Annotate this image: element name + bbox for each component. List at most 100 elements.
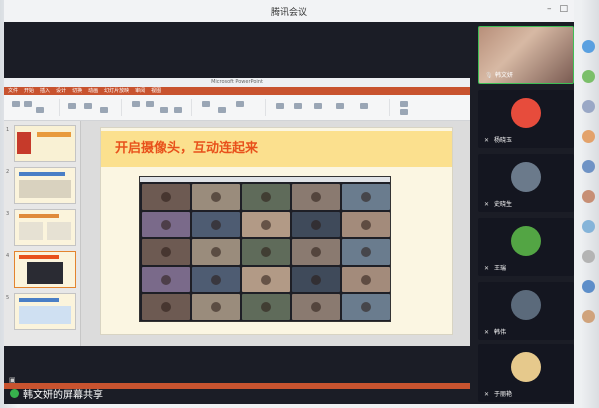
gallery-video-cell <box>192 211 240 238</box>
current-slide: 开启摄像头，互动连起来 <box>100 127 453 335</box>
mic-muted-icon: ✕ <box>484 391 490 398</box>
ppt-tab[interactable]: 插入 <box>40 87 50 95</box>
gallery-video-cell <box>242 239 290 265</box>
gallery-video-cell <box>142 266 190 293</box>
camera-icon[interactable]: ▣ <box>9 376 16 384</box>
participant-name: 于丽艳 <box>494 391 513 398</box>
slide-thumbnail-selected[interactable] <box>14 251 76 288</box>
slide-thumbnail[interactable] <box>14 125 76 162</box>
window-title: 腾讯会议 <box>270 8 307 18</box>
participant-tile[interactable]: ✕ 杨晓玉 <box>478 90 574 148</box>
contact-avatar <box>582 40 595 53</box>
shared-screen: Microsoft PowerPoint 文件 开始 插入 设计 切换 动画 幻灯片放映 审阅… <box>4 78 470 389</box>
ppt-ribbon <box>4 95 470 121</box>
gallery-video-cell <box>192 266 240 293</box>
ppt-ribbon-tabs: 文件 开始 插入 设计 切换 动画 幻灯片放映 审阅 视图 <box>4 87 470 95</box>
gallery-video-cell <box>342 266 390 293</box>
ppt-title-bar: Microsoft PowerPoint <box>4 78 470 87</box>
mic-muted-icon: ✕ <box>484 265 490 272</box>
ribbon-slides-group <box>64 99 122 116</box>
slide-thumbnail[interactable] <box>14 293 76 330</box>
ribbon-editing-group <box>394 99 464 116</box>
maximize-icon[interactable]: □ <box>559 4 568 14</box>
window-controls: – □ <box>547 4 568 14</box>
ribbon-paragraph-group <box>196 99 266 116</box>
gallery-video-cell <box>292 239 340 265</box>
gallery-video-cell <box>242 184 290 210</box>
participant-name: 史晓生 <box>494 201 513 208</box>
contact-avatar <box>582 160 595 173</box>
gallery-video-cell <box>292 294 340 320</box>
contact-avatar <box>582 310 595 323</box>
avatar <box>511 162 541 192</box>
gallery-video-cell <box>192 239 240 265</box>
slide-thumbnail[interactable] <box>14 167 76 204</box>
gallery-video-cell <box>142 184 190 210</box>
gallery-video-cell <box>242 211 290 238</box>
participant-tile[interactable]: ✕ 韩伟 <box>478 282 574 340</box>
ppt-tab[interactable]: 动画 <box>88 87 98 95</box>
ppt-tab[interactable]: 开始 <box>24 87 34 95</box>
ppt-tab[interactable]: 幻灯片放映 <box>104 87 129 95</box>
ppt-tab[interactable]: 审阅 <box>135 87 145 95</box>
video-grid <box>142 184 390 320</box>
participant-tile[interactable]: ✕ 王瑞 <box>478 218 574 276</box>
bottom-left-icons: ▣ <box>9 376 16 384</box>
contact-avatar <box>582 280 595 293</box>
participant-name: 杨晓玉 <box>494 137 513 144</box>
avatar <box>511 290 541 320</box>
avatar <box>511 226 541 256</box>
gallery-video-cell <box>242 266 290 293</box>
participant-name: 韩伟 <box>494 329 507 336</box>
ppt-tab[interactable]: 切换 <box>72 87 82 95</box>
gallery-video-cell <box>192 184 240 210</box>
mic-muted-icon: ✕ <box>484 329 490 336</box>
contact-avatar <box>582 100 595 113</box>
ribbon-clipboard-group <box>8 99 60 116</box>
mic-icon: 🎙 <box>485 72 493 79</box>
ppt-tab[interactable]: 设计 <box>56 87 66 95</box>
screenshot-stage: 腾讯会议 – □ Microsoft PowerPoint 文件 开始 插入 设计 切换… <box>0 0 599 408</box>
gallery-video-cell <box>142 294 190 320</box>
thumb-number: 4 <box>6 253 10 259</box>
gallery-video-cell <box>342 239 390 265</box>
slide-thumbnails: 1 2 3 4 5 <box>4 121 81 346</box>
gallery-video-cell <box>342 211 390 238</box>
ppt-workspace: 1 2 3 4 5 开启摄像头，互动连起来 <box>4 121 470 389</box>
participant-panel: 🎙 韩文妍 ✕ 杨晓玉 ✕ 史晓生 ✕ 王瑞 ✕ 韩伟 ✕ 于丽艳 <box>478 26 574 404</box>
avatar <box>511 98 541 128</box>
background-app-strip <box>576 0 599 408</box>
avatar <box>511 352 541 382</box>
screen-share-label: 韩文妍的屏幕共享 <box>10 384 103 402</box>
slide-thumbnail[interactable] <box>14 209 76 246</box>
thumb-number: 1 <box>6 127 10 133</box>
gallery-video-cell <box>292 211 340 238</box>
participant-tile[interactable]: ✕ 史晓生 <box>478 154 574 212</box>
ribbon-font-group <box>126 99 192 116</box>
gallery-video-cell <box>142 211 190 238</box>
participant-name: 王瑞 <box>494 265 507 272</box>
screen-share-icon <box>10 388 19 398</box>
gallery-video-cell <box>142 239 190 265</box>
meeting-window: 腾讯会议 – □ Microsoft PowerPoint 文件 开始 插入 设计 切换… <box>4 0 574 404</box>
gallery-video-cell <box>342 294 390 320</box>
mic-muted-icon: ✕ <box>484 201 490 208</box>
participant-name: 韩文妍 <box>495 72 514 79</box>
gallery-video-cell <box>192 294 240 320</box>
thumb-number: 3 <box>6 211 10 217</box>
thumb-number: 5 <box>6 295 10 301</box>
gallery-video-cell <box>342 184 390 210</box>
participant-tile[interactable]: ✕ 于丽艳 <box>478 344 574 402</box>
participant-tile[interactable]: 🎙 韩文妍 <box>478 26 574 84</box>
minimize-icon[interactable]: – <box>547 4 552 14</box>
contact-avatar <box>582 250 595 263</box>
gallery-video-cell <box>242 294 290 320</box>
slide-title: 开启摄像头，互动连起来 <box>115 141 259 156</box>
ribbon-drawing-group <box>270 99 390 116</box>
gallery-video-cell <box>292 266 340 293</box>
contact-avatar <box>582 220 595 233</box>
gallery-title-bar <box>140 177 390 182</box>
ppt-tab[interactable]: 文件 <box>8 87 18 95</box>
ppt-tab[interactable]: 视图 <box>151 87 161 95</box>
contact-avatar <box>582 70 595 83</box>
